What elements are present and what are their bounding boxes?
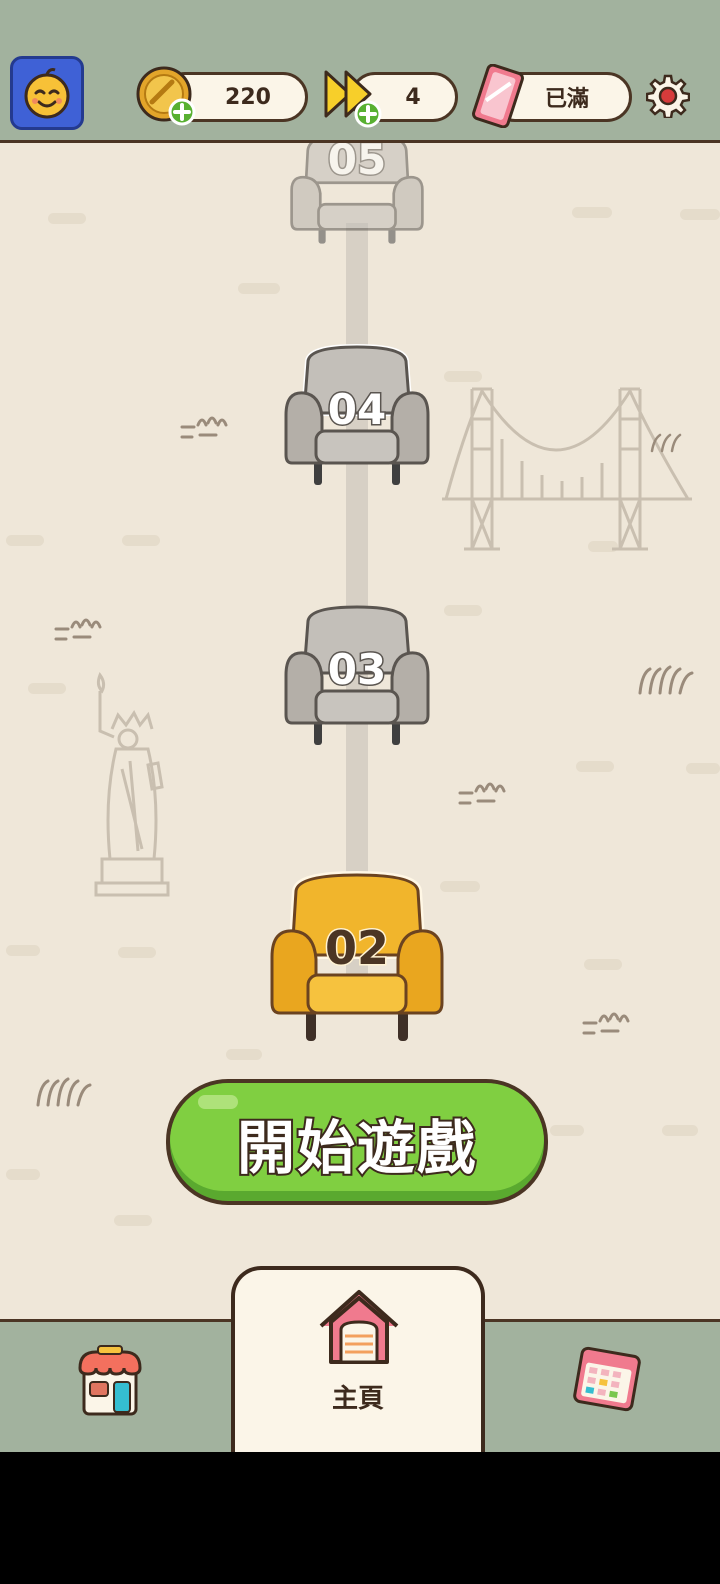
level-03-number: 03 xyxy=(326,644,387,696)
coin-count: 220 xyxy=(225,84,271,110)
start-game-button[interactable]: 開始遊戲 xyxy=(166,1079,548,1205)
level-03-chair[interactable]: 03 xyxy=(280,603,434,753)
top-bar: 220 4 已滿 xyxy=(0,0,720,140)
grass-tuft xyxy=(36,1077,92,1107)
grass-doodle xyxy=(582,1012,630,1035)
grass-tuft xyxy=(650,433,682,453)
level-02-chair-current[interactable]: 02 xyxy=(266,871,448,1051)
grass-tuft xyxy=(638,665,694,695)
game-screen: 220 4 已滿 05 04 03 02 開始遊戲 主頁 xyxy=(0,0,720,1452)
home-icon xyxy=(319,1290,399,1364)
grass-doodle xyxy=(54,618,102,641)
level-map[interactable]: 05 04 03 02 開始遊戲 xyxy=(0,140,720,1322)
ticket-icon xyxy=(472,64,524,128)
start-game-label: 開始遊戲 xyxy=(235,1112,477,1184)
calendar-icon[interactable] xyxy=(570,1344,644,1414)
shop-icon[interactable] xyxy=(76,1344,144,1418)
level-02-number: 02 xyxy=(323,920,390,977)
home-tab[interactable]: 主頁 xyxy=(231,1266,485,1452)
grass-doodle xyxy=(180,416,228,439)
ticket-status: 已滿 xyxy=(544,87,589,112)
grass-doodle xyxy=(458,782,506,805)
add-skips-icon[interactable] xyxy=(320,64,384,128)
skip-count: 4 xyxy=(405,84,421,110)
level-04-number: 04 xyxy=(326,384,387,436)
level-04-chair[interactable]: 04 xyxy=(280,343,434,493)
level-05-chair[interactable]: 05 xyxy=(280,140,434,249)
level-05-number: 05 xyxy=(326,140,387,186)
bridge-illustration xyxy=(442,387,692,551)
settings-gear-icon[interactable] xyxy=(646,74,690,118)
profile-avatar-button[interactable] xyxy=(10,56,84,130)
statue-illustration xyxy=(94,671,170,897)
home-tab-label: 主頁 xyxy=(331,1384,384,1414)
smiley-face-icon xyxy=(24,68,70,119)
add-coins-icon[interactable] xyxy=(134,64,198,128)
